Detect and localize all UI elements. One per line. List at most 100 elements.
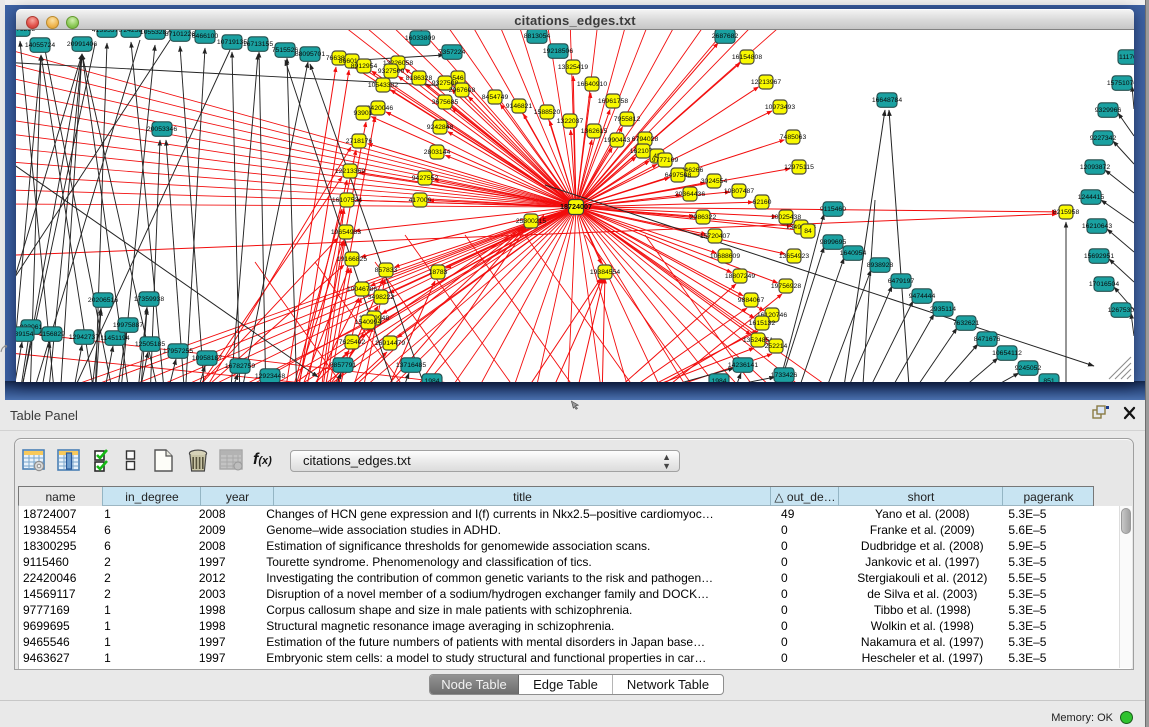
svg-text:18724007: 18724007 (560, 202, 592, 211)
svg-text:9227342: 9227342 (1090, 135, 1117, 142)
svg-text:9777109: 9777109 (652, 157, 679, 164)
svg-text:19384554: 19384554 (590, 269, 620, 276)
svg-text:1244415: 1244415 (1078, 194, 1105, 201)
svg-text:18807249: 18807249 (725, 273, 755, 280)
svg-text:16210643: 16210643 (1082, 223, 1112, 230)
svg-text:12942737: 12942737 (69, 334, 99, 341)
svg-text:6479197: 6479197 (888, 278, 915, 285)
svg-text:8938928: 8938928 (867, 262, 894, 269)
svg-text:93901: 93901 (354, 110, 373, 117)
svg-text:17957255: 17957255 (163, 348, 193, 355)
svg-text:19654983: 19654983 (331, 229, 361, 236)
svg-text:2935114: 2935114 (930, 306, 956, 313)
svg-text:2687682: 2687682 (712, 33, 739, 40)
svg-text:19166825: 19166825 (337, 256, 367, 263)
svg-text:10958187: 10958187 (192, 355, 222, 362)
svg-text:16107534: 16107534 (332, 197, 362, 204)
svg-text:12975115: 12975115 (784, 164, 814, 171)
svg-text:7632621: 7632621 (953, 320, 980, 327)
svg-text:11451194: 11451194 (100, 335, 129, 342)
svg-text:6466100: 6466100 (192, 33, 219, 40)
svg-text:8186328: 8186328 (406, 75, 433, 82)
svg-text:13654923: 13654923 (779, 253, 809, 260)
svg-text:18783: 18783 (429, 269, 448, 276)
svg-text:13325419: 13325419 (558, 64, 588, 71)
svg-text:10973493: 10973493 (765, 104, 795, 111)
svg-text:3024554: 3024554 (701, 178, 728, 185)
svg-text:3675685: 3675685 (432, 99, 459, 106)
svg-text:19975887: 19975887 (113, 322, 143, 329)
svg-text:16154808: 16154808 (732, 54, 762, 61)
svg-text:9327500: 9327500 (378, 68, 405, 75)
svg-text:8912954: 8912954 (351, 63, 378, 70)
svg-text:7485063: 7485063 (780, 134, 807, 141)
svg-text:84: 84 (804, 228, 812, 235)
svg-text:2803144: 2803144 (424, 149, 451, 156)
svg-text:9474444: 9474444 (909, 293, 936, 300)
svg-text:16648784: 16648784 (872, 97, 902, 104)
svg-text:9329966: 9329966 (1095, 107, 1122, 114)
svg-text:16640910: 16640910 (577, 81, 607, 88)
svg-text:9242848: 9242848 (427, 124, 454, 131)
svg-text:1362615: 1362615 (581, 128, 608, 135)
svg-text:1640954: 1640954 (840, 250, 867, 257)
svg-text:8215958: 8215958 (1053, 209, 1080, 216)
svg-text:16961758: 16961758 (598, 98, 628, 105)
svg-text:20991406: 20991406 (67, 41, 97, 48)
svg-text:252214: 252214 (765, 343, 788, 350)
svg-text:11170: 11170 (1119, 54, 1134, 61)
svg-text:9327508: 9327508 (432, 80, 459, 87)
svg-text:16033809: 16033809 (405, 35, 435, 42)
svg-text:9899695: 9899695 (820, 239, 847, 246)
svg-text:2967608: 2967608 (449, 87, 476, 94)
svg-text:2718176: 2718176 (346, 138, 373, 145)
svg-text:10654112: 10654112 (992, 350, 1022, 357)
svg-text:88095701: 88095701 (295, 51, 325, 58)
svg-text:1984: 1984 (424, 378, 439, 382)
svg-text:12093872: 12093872 (1080, 164, 1110, 171)
svg-text:14055724: 14055724 (25, 42, 55, 49)
svg-text:12213369: 12213369 (335, 168, 365, 175)
svg-text:39154: 39154 (16, 331, 34, 338)
svg-text:9146821: 9146821 (506, 103, 533, 110)
svg-text:1615132: 1615132 (749, 320, 776, 327)
svg-text:8454749: 8454749 (482, 94, 509, 101)
svg-text:1984: 1984 (711, 378, 726, 382)
svg-text:857833: 857833 (375, 267, 398, 274)
svg-text:8471676: 8471676 (974, 336, 1001, 343)
svg-text:25300215: 25300215 (516, 218, 546, 225)
svg-text:16475255: 16475255 (16, 30, 35, 33)
svg-text:16914479: 16914479 (375, 340, 405, 347)
svg-text:12505185: 12505185 (135, 341, 165, 348)
svg-text:417006: 417006 (409, 197, 432, 204)
svg-text:19756928: 19756928 (771, 283, 801, 290)
svg-text:15751074: 15751074 (1107, 80, 1134, 87)
svg-text:7625402: 7625402 (339, 339, 366, 346)
svg-text:9245052: 9245052 (1015, 365, 1042, 372)
svg-text:19218506: 19218506 (543, 48, 573, 55)
svg-text:12923448: 12923448 (255, 373, 285, 380)
svg-text:20364436: 20364436 (675, 191, 705, 198)
svg-text:14236141: 14236141 (728, 362, 758, 369)
svg-text:16713155: 16713155 (243, 41, 273, 48)
svg-text:8813054: 8813054 (524, 33, 551, 40)
svg-text:17016504: 17016504 (1089, 281, 1119, 288)
svg-text:6497508: 6497508 (665, 172, 692, 179)
svg-text:10688609: 10688609 (710, 253, 740, 260)
svg-text:9427552: 9427552 (412, 175, 439, 182)
svg-text:1588520: 1588520 (534, 109, 561, 116)
svg-text:15720407: 15720407 (700, 233, 730, 240)
svg-text:13716485: 13716485 (396, 362, 426, 369)
svg-text:851: 851 (1043, 378, 1055, 382)
svg-text:3498222: 3498222 (368, 294, 395, 301)
svg-text:17359938: 17359938 (134, 296, 164, 303)
svg-text:10046786: 10046786 (347, 286, 377, 293)
svg-text:2986322: 2986322 (690, 214, 717, 221)
svg-text:12213967: 12213967 (751, 79, 781, 86)
svg-text:16782759: 16782759 (225, 363, 255, 370)
svg-text:20053346: 20053346 (147, 126, 177, 133)
svg-text:62160: 62160 (753, 199, 772, 206)
svg-text:1990443: 1990443 (604, 137, 631, 144)
svg-text:87101226: 87101226 (165, 31, 195, 38)
svg-text:41395376: 41395376 (92, 30, 122, 34)
